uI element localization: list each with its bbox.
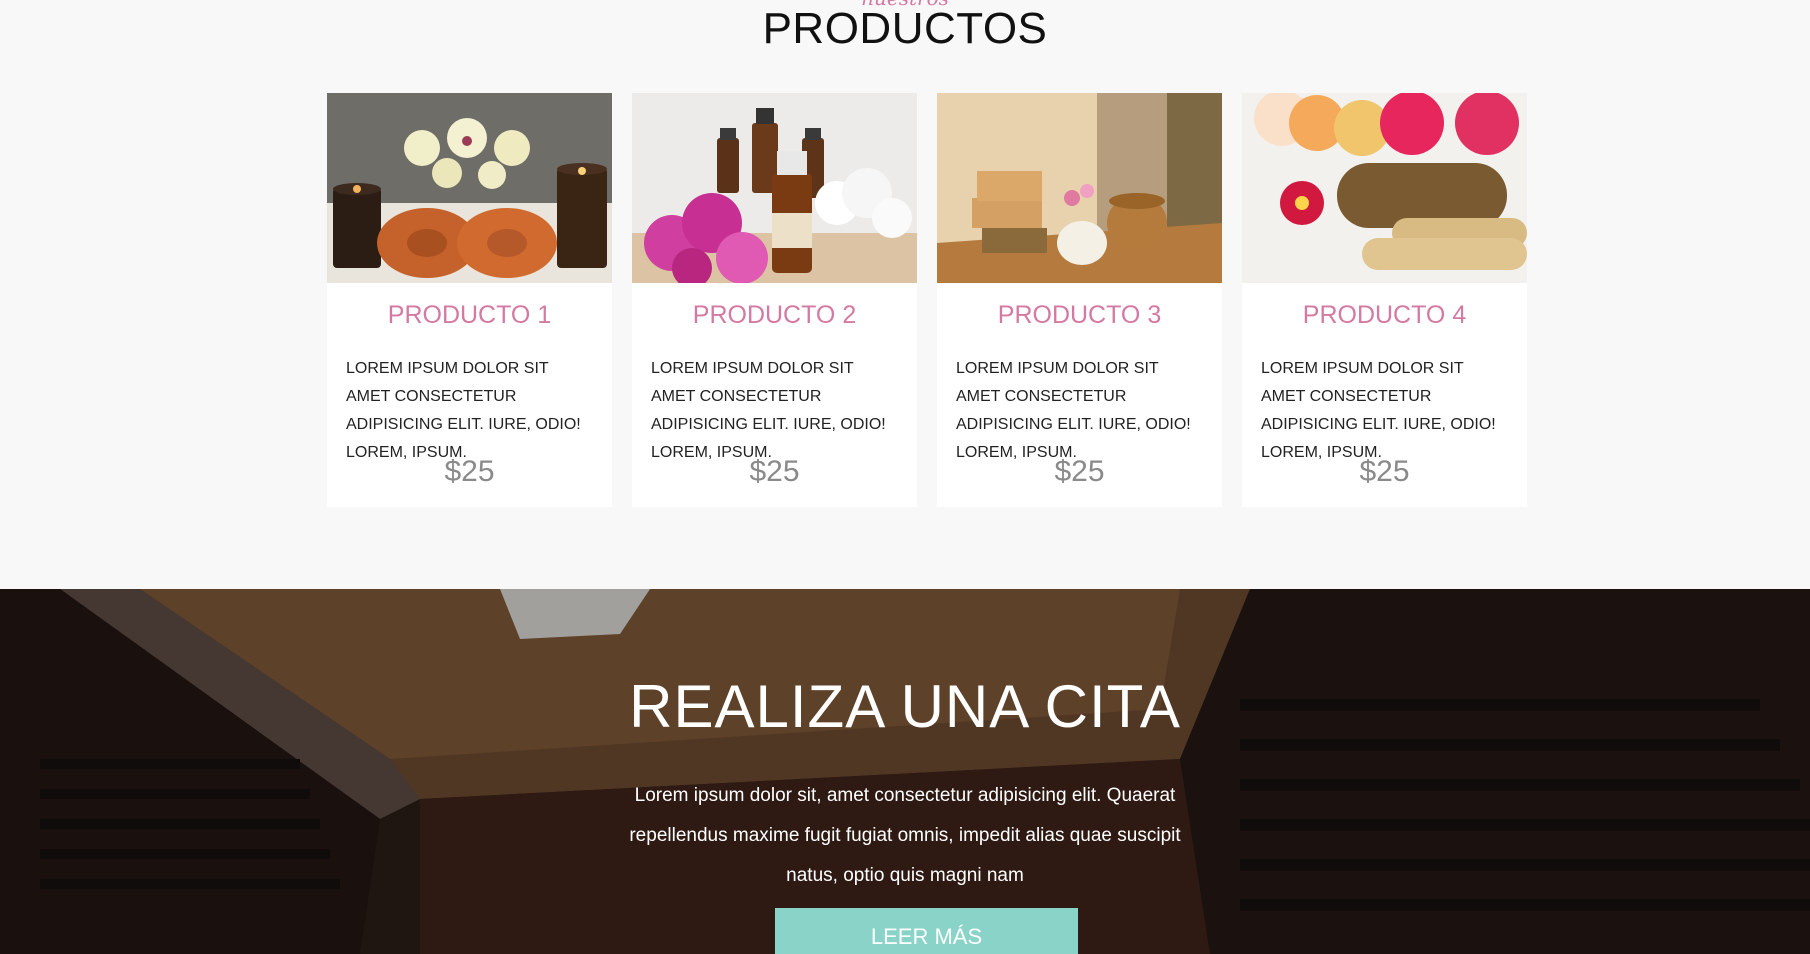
product-price: $25 <box>444 455 495 488</box>
product-description: LOREM IPSUM DOLOR SIT AMET CONSECTETUR A… <box>956 360 1191 461</box>
product-card[interactable]: PRODUCTO 1 LOREM IPSUM DOLOR SIT AMET CO… <box>327 93 612 507</box>
product-name[interactable]: PRODUCTO 1 <box>327 301 612 330</box>
product-image[interactable] <box>937 93 1222 283</box>
product-price: $25 <box>1054 455 1105 488</box>
products-title: PRODUCTOS <box>762 4 1048 53</box>
read-more-button[interactable]: LEER MÁS <box>775 908 1078 954</box>
product-card[interactable]: PRODUCTO 4 LOREM IPSUM DOLOR SIT AMET CO… <box>1242 93 1527 507</box>
appointment-section: REALIZA UNA CITA Lorem ipsum dolor sit, … <box>0 589 1810 954</box>
products-section: nuestros PRODUCTOS PRODUCTO 1 LOREM IPSU… <box>0 0 1810 589</box>
appointment-title: REALIZA UNA CITA <box>629 673 1181 740</box>
appointment-text: Lorem ipsum dolor sit, amet consectetur … <box>629 785 1181 886</box>
product-image[interactable] <box>327 93 612 283</box>
product-name[interactable]: PRODUCTO 2 <box>632 301 917 330</box>
product-price: $25 <box>1359 455 1410 488</box>
product-description: LOREM IPSUM DOLOR SIT AMET CONSECTETUR A… <box>651 360 886 461</box>
product-description: LOREM IPSUM DOLOR SIT AMET CONSECTETUR A… <box>346 360 581 461</box>
product-name[interactable]: PRODUCTO 3 <box>937 301 1222 330</box>
product-image[interactable] <box>632 93 917 283</box>
product-card[interactable]: PRODUCTO 2 LOREM IPSUM DOLOR SIT AMET CO… <box>632 93 917 507</box>
product-description: LOREM IPSUM DOLOR SIT AMET CONSECTETUR A… <box>1261 360 1496 461</box>
massage-bed-background <box>0 589 1810 954</box>
product-image[interactable] <box>1242 93 1527 283</box>
product-card[interactable]: PRODUCTO 3 LOREM IPSUM DOLOR SIT AMET CO… <box>937 93 1222 507</box>
product-name[interactable]: PRODUCTO 4 <box>1242 301 1527 330</box>
product-price: $25 <box>749 455 800 488</box>
